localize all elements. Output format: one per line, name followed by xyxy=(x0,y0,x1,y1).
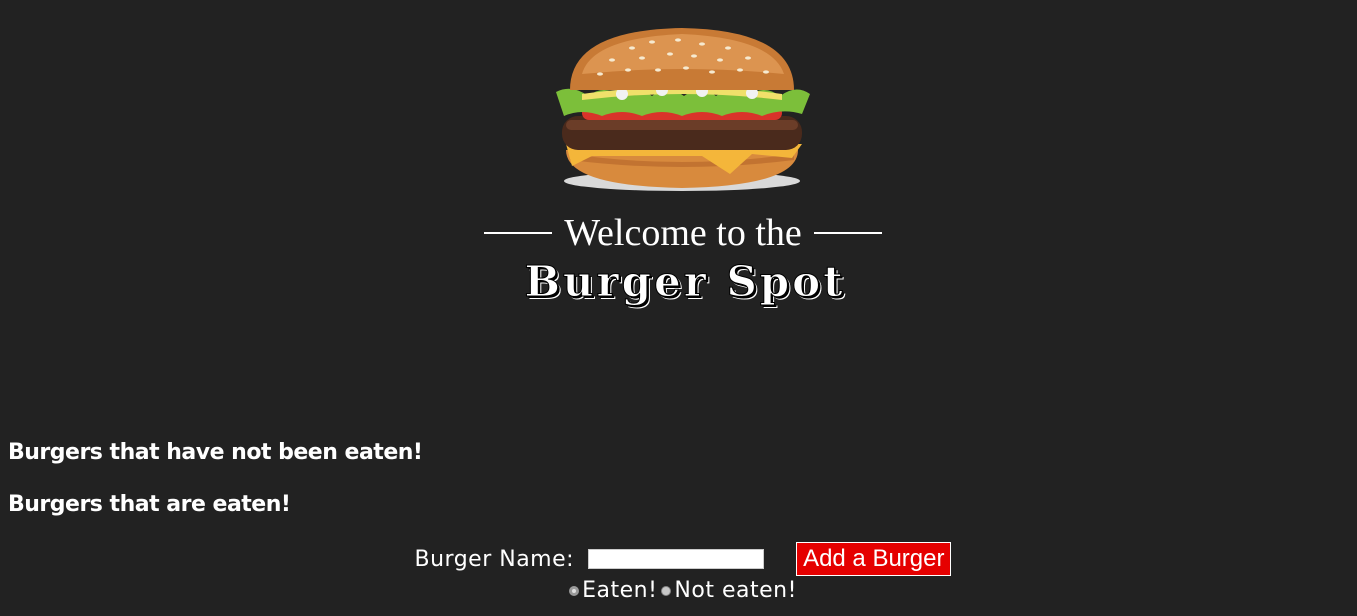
radio-not-eaten-label: Not eaten! xyxy=(674,578,797,603)
welcome-line-right xyxy=(813,232,882,234)
burger-name-label: Burger Name: xyxy=(414,546,575,572)
eaten-radio-group: Eaten! Not eaten! xyxy=(0,578,1357,603)
page: Welcome to the Burger Spot Burgers that … xyxy=(0,0,1357,616)
welcome-text: Welcome to the xyxy=(564,212,802,254)
uneaten-burgers-heading: Burgers that have not been eaten! xyxy=(8,440,423,465)
burger-image xyxy=(556,28,810,191)
welcome-line-left xyxy=(484,232,553,234)
eaten-burgers-heading: Burgers that are eaten! xyxy=(8,492,291,517)
add-burger-button[interactable]: Add a Burger xyxy=(796,542,952,576)
radio-eaten[interactable] xyxy=(569,585,580,596)
welcome-row: Welcome to the xyxy=(0,210,1357,256)
add-burger-form: Burger Name: Add a Burger xyxy=(0,542,1357,576)
radio-not-eaten[interactable] xyxy=(661,585,672,596)
radio-option-eaten[interactable]: Eaten! xyxy=(569,578,657,603)
brand-title: Burger Spot xyxy=(524,257,846,307)
radio-eaten-label: Eaten! xyxy=(582,578,658,603)
radio-option-not-eaten[interactable]: Not eaten! xyxy=(661,578,796,603)
burger-name-input[interactable] xyxy=(588,549,765,569)
